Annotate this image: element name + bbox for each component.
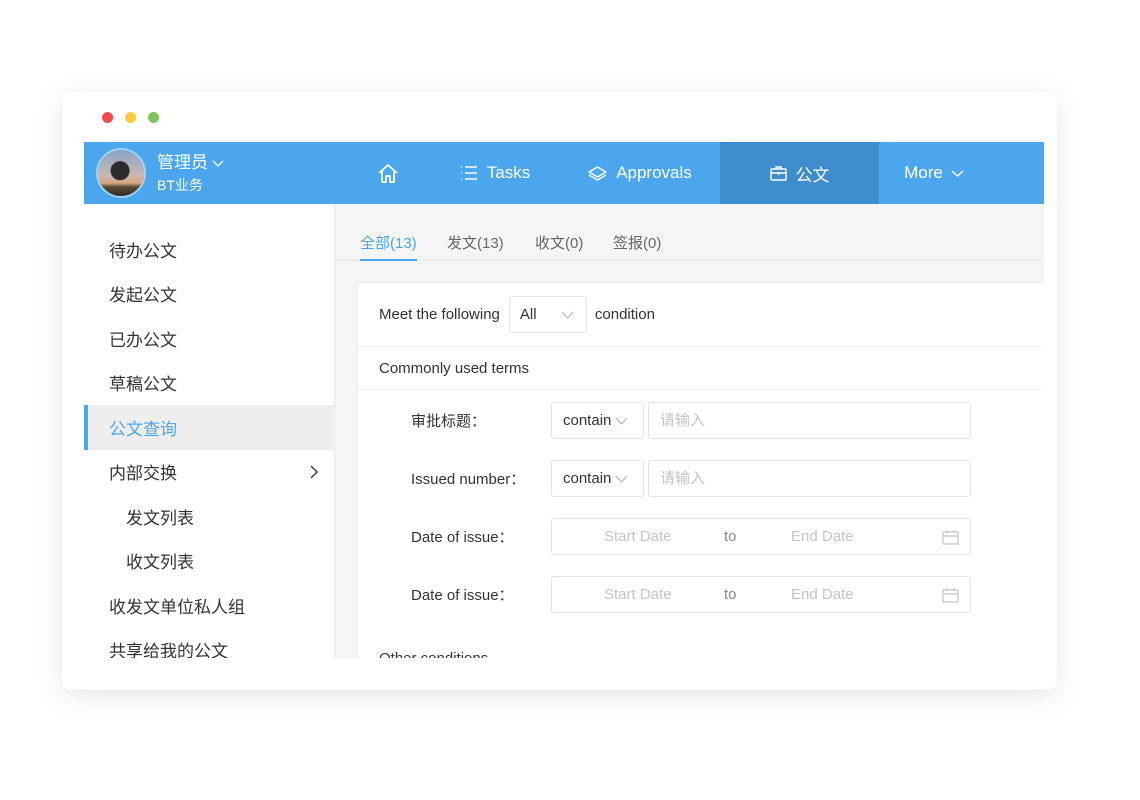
sidebar-item-label: 公文查询 [109,419,177,439]
approval-title-field: 审批标题： contain [411,402,1031,439]
briefcase-icon [769,166,787,181]
tab-all[interactable]: 全部(13) [360,232,417,261]
nav-approvals[interactable]: Approvals [560,142,720,204]
app-content: 管理员 BT业务 Tasks Approvals 公文 More 待办公文 发起… [84,142,1044,658]
approval-title-input[interactable] [648,402,971,439]
avatar[interactable] [96,148,146,198]
chevron-right-icon [310,465,318,479]
other-conditions-heading: Other conditions [379,650,488,658]
sidebar-item-label: 内部交换 [109,464,177,484]
operator-select[interactable]: contain [551,460,644,497]
sidebar-item-label: 草稿公文 [109,375,177,395]
date-separator: to [724,586,737,603]
common-terms-heading: Commonly used terms [379,360,530,377]
date-separator: to [724,528,737,545]
minimize-window-button[interactable] [125,112,136,123]
maximize-window-button[interactable] [148,112,159,123]
sidebar-item-label: 收发文单位私人组 [109,597,245,617]
sidebar-item-internal-exchange[interactable]: 内部交换 [84,450,334,495]
sidebar-item-pending-documents[interactable]: 待办公文 [84,227,334,272]
sidebar: 待办公文 发起公文 已办公文 草稿公文 公文查询 内部交换 发文列表 收文列表 … [84,204,335,658]
nav-official-documents[interactable]: 公文 [720,142,879,204]
sidebar-item-received-list[interactable]: 收文列表 [84,539,334,584]
date-range-picker[interactable]: Start Date to End Date [551,518,971,555]
sidebar-item-label: 待办公文 [109,241,177,261]
issued-number-field: Issued number： contain [411,460,1031,497]
chevron-down-icon [561,311,574,319]
field-label: Date of issue： [411,529,514,546]
document-type-tabs: 全部(13) 发文(13) 收文(0) 签报(0) [336,204,1044,261]
date-range-picker[interactable]: Start Date to End Date [551,576,971,613]
search-filter-panel: Meet the following All condition Commonl… [357,282,1044,658]
calendar-icon [942,588,959,603]
chevron-down-icon [615,475,628,483]
issued-number-input[interactable] [648,460,971,497]
calendar-icon [942,530,959,545]
field-label: Issued number： [411,471,526,488]
start-date-input[interactable]: Start Date [604,586,672,603]
sidebar-item-label: 已办公文 [109,330,177,350]
sidebar-item-document-search[interactable]: 公文查询 [84,405,334,450]
top-navigation-bar: 管理员 BT业务 Tasks Approvals 公文 More [84,142,1044,204]
sidebar-item-label: 发文列表 [126,508,194,528]
date-of-issue-field: Date of issue： Start Date to End Date [411,518,1031,555]
layers-icon [588,166,607,181]
sidebar-item-initiate-document[interactable]: 发起公文 [84,272,334,317]
operator-value: contain [563,412,612,429]
sidebar-item-unit-private-groups[interactable]: 收发文单位私人组 [84,583,334,628]
chevron-down-icon [212,160,224,167]
start-date-input[interactable]: Start Date [604,528,672,545]
operator-value: contain [563,470,612,487]
condition-suffix: condition [594,306,655,323]
user-name: 管理员 [157,152,208,172]
user-menu[interactable]: 管理员 BT业务 [96,148,224,198]
match-condition-row: Meet the following All condition [358,283,1044,347]
main-nav: Tasks Approvals 公文 More [346,142,989,204]
nav-home[interactable] [346,142,430,204]
list-icon [460,166,477,180]
main-content: 全部(13) 发文(13) 收文(0) 签报(0) Meet the follo… [336,204,1044,658]
end-date-input[interactable]: End Date [791,528,854,545]
sidebar-item-shared-with-me[interactable]: 共享给我的公文 [84,628,334,658]
nav-tasks-label: Tasks [486,163,531,182]
sidebar-item-label: 收文列表 [126,553,194,573]
chevron-down-icon [615,417,628,425]
app-window: 管理员 BT业务 Tasks Approvals 公文 More 待办公文 发起… [62,92,1057,690]
sidebar-item-draft-documents[interactable]: 草稿公文 [84,361,334,406]
window-controls [102,112,159,123]
tab-sent[interactable]: 发文(13) [447,232,504,259]
chevron-down-icon [951,169,964,177]
date-of-issue-field: Date of issue： Start Date to End Date [411,576,1031,613]
field-label: 审批标题： [411,413,487,430]
operator-select[interactable]: contain [551,402,644,439]
field-label: Date of issue： [411,587,514,604]
tab-sign-report[interactable]: 签报(0) [613,232,661,259]
user-organization: BT业务 [157,176,203,193]
nav-tasks[interactable]: Tasks [430,142,560,204]
sidebar-item-label: 共享给我的公文 [109,642,228,658]
divider [358,389,1044,390]
sidebar-item-processed-documents[interactable]: 已办公文 [84,316,334,361]
condition-prefix: Meet the following [379,306,500,323]
close-window-button[interactable] [102,112,113,123]
match-mode-value: All [519,306,537,323]
home-icon [378,164,398,183]
tab-received[interactable]: 收文(0) [535,232,583,259]
nav-official-documents-label: 公文 [795,165,830,185]
sidebar-item-sent-list[interactable]: 发文列表 [84,494,334,539]
nav-more-label: More [904,163,943,182]
sidebar-item-label: 发起公文 [109,286,177,306]
nav-approvals-label: Approvals [616,163,692,182]
match-mode-select[interactable]: All [508,296,587,333]
nav-more[interactable]: More [879,142,989,204]
end-date-input[interactable]: End Date [791,586,854,603]
